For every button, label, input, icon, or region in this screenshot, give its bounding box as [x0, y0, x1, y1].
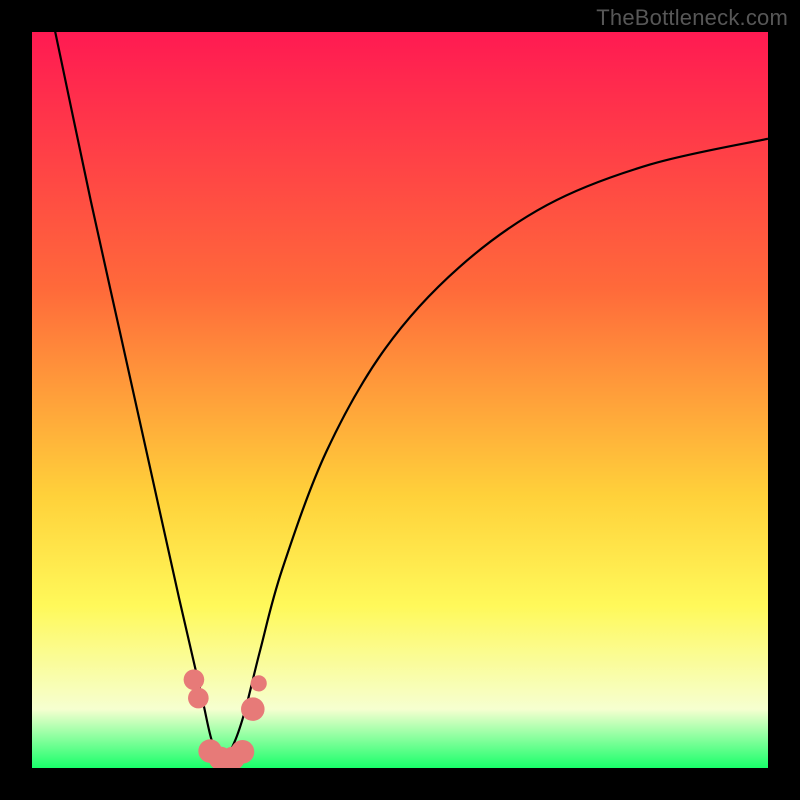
watermark-text: TheBottleneck.com — [596, 5, 788, 31]
curve-marker — [188, 688, 209, 709]
curve-marker — [251, 675, 267, 691]
gradient-background — [32, 32, 768, 768]
curve-marker — [241, 697, 265, 721]
plot-area — [32, 32, 768, 768]
curve-marker — [184, 669, 205, 690]
chart-svg — [32, 32, 768, 768]
curve-marker — [231, 740, 255, 764]
chart-frame: TheBottleneck.com — [0, 0, 800, 800]
